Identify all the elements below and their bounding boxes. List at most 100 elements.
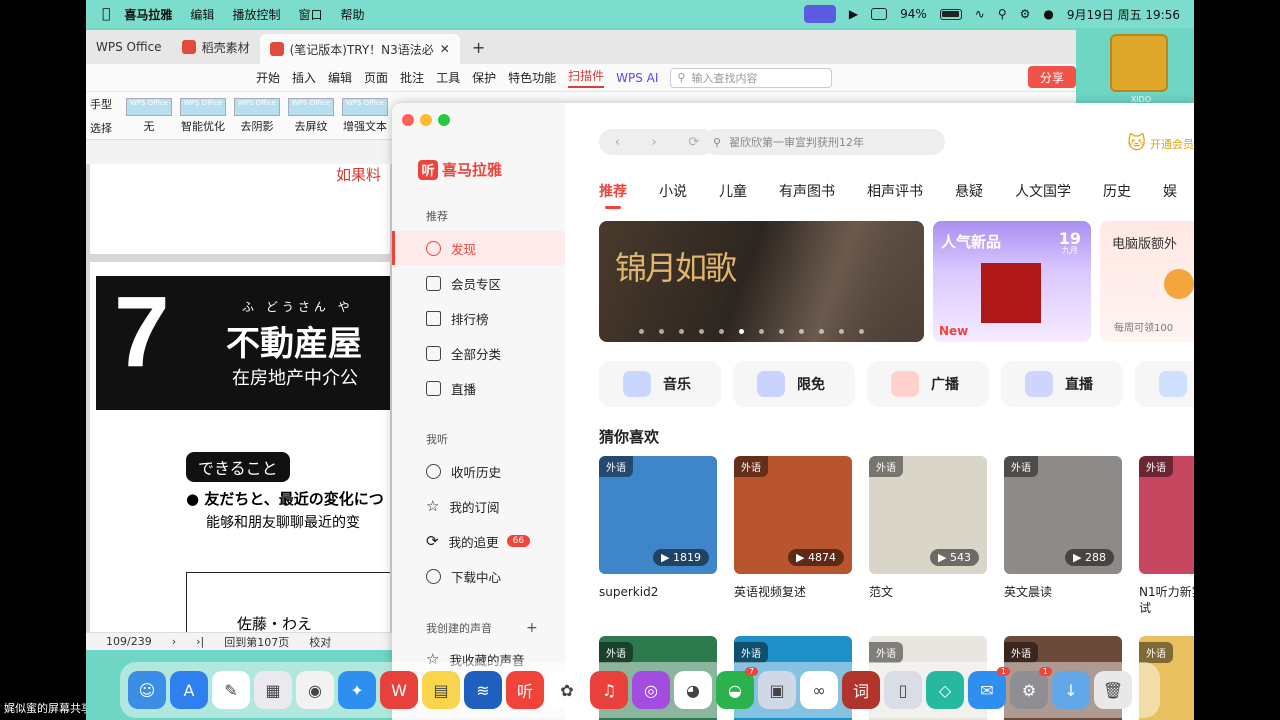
siri-icon[interactable]: ● [1043, 7, 1053, 21]
hero-banner[interactable]: 锦月如歌 [599, 221, 924, 342]
close-icon[interactable]: ✕ [440, 42, 450, 56]
ribbon-page[interactable]: 页面 [364, 69, 388, 86]
album-card[interactable]: 外语 ▶ 1819 superkid2 [599, 456, 717, 600]
app-store-icon[interactable]: A [170, 671, 208, 709]
goto-page-link[interactable]: 回到第107页 [224, 634, 289, 650]
wps-icon[interactable]: W [380, 671, 418, 709]
wifi-icon[interactable]: ∿ [975, 7, 985, 21]
menubar-datetime[interactable]: 9月19日 周五 19:56 [1067, 6, 1180, 23]
tool-remove-shadow[interactable]: WPS Office 去阴影 [234, 97, 280, 134]
category-tab[interactable]: 儿童 [719, 181, 747, 201]
banner-dot[interactable] [819, 329, 824, 334]
banner-dot[interactable] [679, 329, 684, 334]
ribbon-insert[interactable]: 插入 [292, 69, 316, 86]
share-button[interactable]: 分享 [1028, 66, 1076, 88]
control-center-icon[interactable]: ⚙ [1020, 7, 1031, 21]
new-releases-card[interactable]: 人气新品 19 九月 New [933, 221, 1091, 342]
reload-icon[interactable]: ⟳ [688, 135, 699, 150]
vip-button[interactable]: 🐱 开通会员 [1127, 133, 1194, 154]
ximalaya-logo[interactable]: 听喜马拉雅 [418, 159, 502, 180]
category-tab[interactable]: 推荐 [599, 181, 627, 209]
menu-app-name[interactable]: 喜马拉雅 [124, 6, 172, 23]
ximalaya-icon[interactable]: 听 [506, 671, 544, 709]
external-drive-icon[interactable]: XIDO [1110, 34, 1168, 104]
close-window-button[interactable] [402, 114, 414, 126]
album-card[interactable]: 外语 ▶ 543 范文 [869, 456, 987, 600]
album-card[interactable]: 外语 N1听力新实语能力考试 [1139, 456, 1194, 616]
last-page-icon[interactable]: ›| [196, 635, 204, 648]
ribbon-edit[interactable]: 编辑 [328, 69, 352, 86]
menu-edit[interactable]: 编辑 [190, 6, 214, 23]
avatar[interactable]: 🐱 [1127, 133, 1146, 154]
sidebar-item-following[interactable]: ⟳ 我的追更 66 [392, 524, 565, 558]
iphone-mirroring-icon[interactable]: ▯ [884, 671, 922, 709]
pc-gift-card[interactable]: 电脑版额外 每周可领100 [1100, 221, 1194, 342]
search-icon[interactable]: ⚲ [998, 7, 1007, 21]
select-tool[interactable]: 选择 [90, 120, 112, 136]
battery-icon[interactable] [939, 8, 962, 20]
banner-dot[interactable] [659, 329, 664, 334]
wps-cloud-icon[interactable]: ≋ [464, 671, 502, 709]
category-tab[interactable]: 小说 [659, 181, 687, 201]
menu-help[interactable]: 帮助 [340, 6, 364, 23]
tool-enhance-text[interactable]: WPS Office 增强文本 [342, 97, 388, 134]
photos-icon[interactable]: ✿ [548, 671, 586, 709]
system-settings-icon[interactable]: ⚙ 1 [1010, 667, 1052, 709]
banner-dot[interactable] [859, 329, 864, 334]
forward-icon[interactable]: › [652, 135, 657, 150]
quick-music[interactable]: 音乐 [599, 361, 721, 407]
banner-dot[interactable] [739, 329, 744, 334]
sidebar-section-created[interactable]: 我创建的声音 + [426, 620, 538, 636]
finder-icon[interactable]: ☺ [128, 671, 166, 709]
play-icon[interactable]: ▶ [849, 7, 858, 21]
tab-docer[interactable]: 稻壳素材 [172, 34, 260, 60]
ribbon-protect[interactable]: 保护 [472, 69, 496, 86]
banner-dot[interactable] [799, 329, 804, 334]
banner-dot[interactable] [759, 329, 764, 334]
ribbon-features[interactable]: 特色功能 [508, 69, 556, 86]
preview-icon[interactable]: ▣ [758, 671, 796, 709]
quick-live[interactable]: 直播 [1001, 361, 1123, 407]
chrome-icon[interactable]: ◉ [296, 671, 334, 709]
notes-icon[interactable]: ▤ [422, 671, 460, 709]
ribbon-annotate[interactable]: 批注 [400, 69, 424, 86]
chat-app-icon[interactable]: ◇ [926, 671, 964, 709]
menu-playback[interactable]: 播放控制 [232, 6, 280, 23]
baidu-netdisk-icon[interactable]: ∞ [800, 671, 838, 709]
category-tab[interactable]: 悬疑 [955, 181, 983, 201]
minimize-window-button[interactable] [420, 114, 432, 126]
album-card[interactable]: 外语 ▶ 4874 英语视频复述 [734, 456, 852, 600]
add-icon[interactable]: + [526, 620, 538, 636]
banner-pagination[interactable] [639, 329, 864, 334]
category-tab[interactable]: 相声评书 [867, 181, 923, 201]
zoom-window-button[interactable] [438, 114, 450, 126]
sidebar-item-live[interactable]: 直播 [392, 371, 565, 405]
netease-music-icon[interactable]: ♫ [590, 671, 628, 709]
qq-icon[interactable]: ◕ [674, 671, 712, 709]
search-input[interactable]: ⚲ 翟欣欣第一审宣判获刑12年 [703, 129, 945, 155]
display-icon[interactable] [871, 8, 888, 20]
sidebar-item-downloads[interactable]: 下载中心 [392, 559, 565, 593]
sidebar-item-subscriptions[interactable]: ☆ 我的订阅 [392, 489, 565, 523]
category-tab[interactable]: 娱 [1163, 181, 1177, 201]
banner-dot[interactable] [779, 329, 784, 334]
category-tab[interactable]: 人文国学 [1015, 181, 1071, 201]
quick-free[interactable]: 限免 [733, 361, 855, 407]
album-card[interactable]: 外语 ▶ 288 英文晨读 [1004, 456, 1122, 600]
page-indicator[interactable]: 109/239 [106, 635, 152, 648]
tool-none[interactable]: WPS Office 无 [126, 97, 172, 134]
sidebar-item-history[interactable]: 收听历史 [392, 454, 565, 488]
sidebar-item-categories[interactable]: 全部分类 [392, 336, 565, 370]
banner-dot[interactable] [639, 329, 644, 334]
banner-dot[interactable] [839, 329, 844, 334]
banner-dot[interactable] [699, 329, 704, 334]
tool-remove-moire[interactable]: WPS Office 去屏纹 [288, 97, 334, 134]
wps-ai-button[interactable]: WPS AI [616, 71, 658, 85]
banner-dot[interactable] [719, 329, 724, 334]
ribbon-tools[interactable]: 工具 [436, 69, 460, 86]
category-tab[interactable]: 有声图书 [779, 181, 835, 201]
sidebar-item-ranking[interactable]: 排行榜 [392, 301, 565, 335]
quick-radio[interactable]: 广播 [867, 361, 989, 407]
ribbon-scan[interactable]: 扫描件 [568, 67, 605, 88]
tab-wps-office[interactable]: WPS Office [86, 34, 172, 60]
